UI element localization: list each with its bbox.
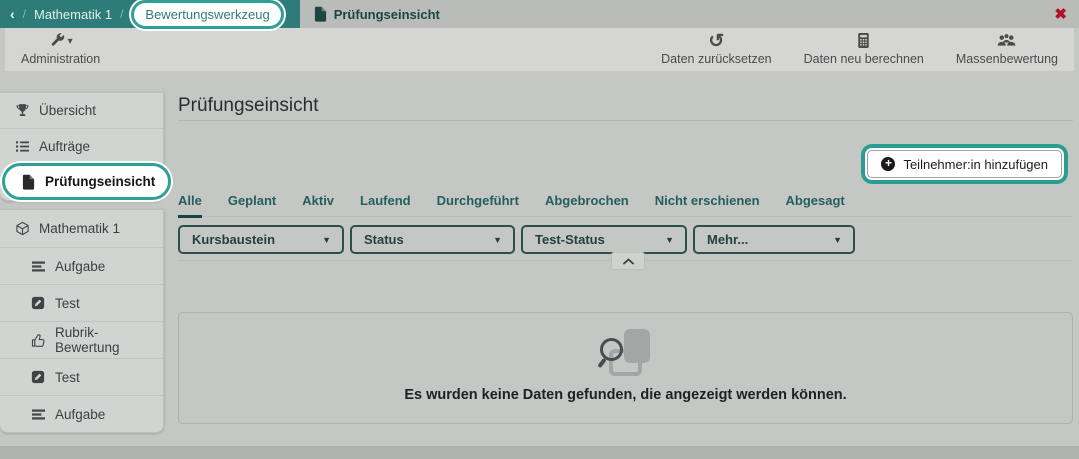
sidebar-item-label: Mathematik 1 [39,221,121,236]
topbar-tab-label: Prüfungseinsicht [333,6,440,22]
filter-status-dropdown[interactable]: Status ▼ [350,225,515,254]
test-icon [30,369,46,385]
sidebar-item-test[interactable]: Test [0,358,163,395]
document-icon [20,174,36,190]
test-icon [30,295,46,311]
caret-down-icon: ▼ [493,234,502,245]
bars-icon [30,406,46,422]
sidebar-item-label: Rubrik-Bewertung [55,325,120,355]
tab-alle[interactable]: Alle [178,193,202,218]
empty-state-message: Es wurden keine Daten gefunden, die ange… [404,387,847,403]
recalculate-data-label: Daten neu berechnen [803,52,924,66]
breadcrumb-bar: ‹ / Mathematik 1 / Bewertungswerkzeug Pr… [0,0,1079,29]
sidebar-item-test[interactable]: Test [0,284,163,321]
group-icon [997,33,1016,51]
breadcrumb: ‹ / Mathematik 1 / Bewertungswerkzeug [0,0,300,29]
tab-abgesagt[interactable]: Abgesagt [786,193,845,216]
footer-band [0,446,1079,459]
topbar-tab-pruefungseinsicht[interactable]: Prüfungseinsicht [300,6,454,22]
bulk-assessment-label: Massenbewertung [955,52,1058,66]
sidebar-item-aufgabe[interactable]: Aufgabe [0,247,163,284]
sidebar-course-tree: Mathematik 1 Aufgabe Test Rubrik-Bewertu… [0,209,164,433]
filter-bar: Kursbaustein ▼ Status ▼ Test-Status ▼ Me… [178,225,855,254]
collapse-filters-button[interactable] [611,252,645,270]
add-participant-label: Teilnehmer:in hinzufügen [903,156,1048,172]
caret-down-icon: ▼ [665,234,674,245]
caret-down-icon: ▼ [322,234,331,245]
breadcrumb-separator: / [120,7,124,21]
administration-menu[interactable]: ▾ Administration [5,28,116,71]
filter-label: Kursbaustein [192,232,276,247]
status-tabs: Alle Geplant Aktiv Laufend Durchgeführt … [178,193,1073,218]
filter-label: Mehr... [707,232,749,247]
sidebar-tool-menu: Übersicht Aufträge Prüfungseinsicht [0,92,171,201]
reset-data-button[interactable]: ↺ Daten zurücksetzen [645,28,787,71]
caret-down-icon: ▾ [67,36,73,47]
bars-icon [30,258,46,274]
sidebar-item-rubrik-bewertung[interactable]: Rubrik-Bewertung [0,321,163,358]
tab-abgebrochen[interactable]: Abgebrochen [545,193,629,216]
back-icon[interactable]: ‹ [10,6,15,22]
empty-state-panel: Es wurden keine Daten gefunden, die ange… [178,312,1073,424]
wrench-icon [49,32,65,51]
filter-label: Status [364,232,404,247]
add-participant-button[interactable]: Teilnehmer:in hinzufügen [867,150,1062,178]
breadcrumb-item-assessment-tool-highlighted[interactable]: Bewertungswerkzeug [131,0,284,29]
sidebar-item-label: Aufgabe [55,406,106,422]
sidebar-item-auftraege[interactable]: Aufträge [0,128,163,163]
calculator-icon [856,32,871,52]
undo-icon: ↺ [708,30,725,52]
sidebar-item-label: Übersicht [39,103,97,118]
filter-mehr-dropdown[interactable]: Mehr... ▼ [693,225,855,254]
chevron-up-icon [622,252,634,270]
plus-circle-icon [881,157,896,171]
breadcrumb-separator: / [22,7,27,21]
sidebar-item-aufgabe[interactable]: Aufgabe [0,395,163,432]
sidebar-item-label: Test [55,295,80,311]
page-title: Prüfungseinsicht [178,95,319,116]
thumbs-up-icon [30,332,46,348]
tab-aktiv[interactable]: Aktiv [302,193,334,216]
sidebar-item-label: Prüfungseinsicht [45,174,156,189]
sidebar-item-uebersicht[interactable]: Übersicht [0,93,163,128]
tab-durchgefuehrt[interactable]: Durchgeführt [437,193,519,216]
trophy-icon [14,103,30,119]
sidebar-item-pruefungseinsicht-highlighted[interactable]: Prüfungseinsicht [2,163,171,200]
breadcrumb-item-course[interactable]: Mathematik 1 [34,7,112,22]
caret-down-icon: ▼ [833,234,842,245]
sidebar-item-label: Aufgabe [55,258,106,274]
bulk-assessment-button[interactable]: Massenbewertung [940,28,1074,71]
filter-label: Test-Status [535,232,605,247]
cube-icon [14,221,30,237]
title-divider [178,120,1073,121]
toolbar: ▾ Administration ↺ Daten zurücksetzen Da… [4,28,1075,72]
search-empty-icon [596,329,655,381]
tab-nicht-erschienen[interactable]: Nicht erschienen [655,193,760,216]
filter-kursbaustein-dropdown[interactable]: Kursbaustein ▼ [178,225,344,254]
tab-geplant[interactable]: Geplant [228,193,276,216]
task-list-icon [14,138,30,154]
sidebar-item-label: Test [55,369,80,385]
assessment-tool-window: ‹ / Mathematik 1 / Bewertungswerkzeug Pr… [0,0,1079,459]
close-icon[interactable]: ✖ [1054,5,1067,23]
tab-laufend[interactable]: Laufend [360,193,411,216]
sidebar-item-label: Aufträge [39,138,91,154]
recalculate-data-button[interactable]: Daten neu berechnen [788,28,940,71]
document-icon [314,6,327,22]
sidebar-item-course-mathematik[interactable]: Mathematik 1 [0,210,163,247]
administration-label: Administration [21,52,101,66]
reset-data-label: Daten zurücksetzen [661,52,772,66]
filter-test-status-dropdown[interactable]: Test-Status ▼ [521,225,687,254]
